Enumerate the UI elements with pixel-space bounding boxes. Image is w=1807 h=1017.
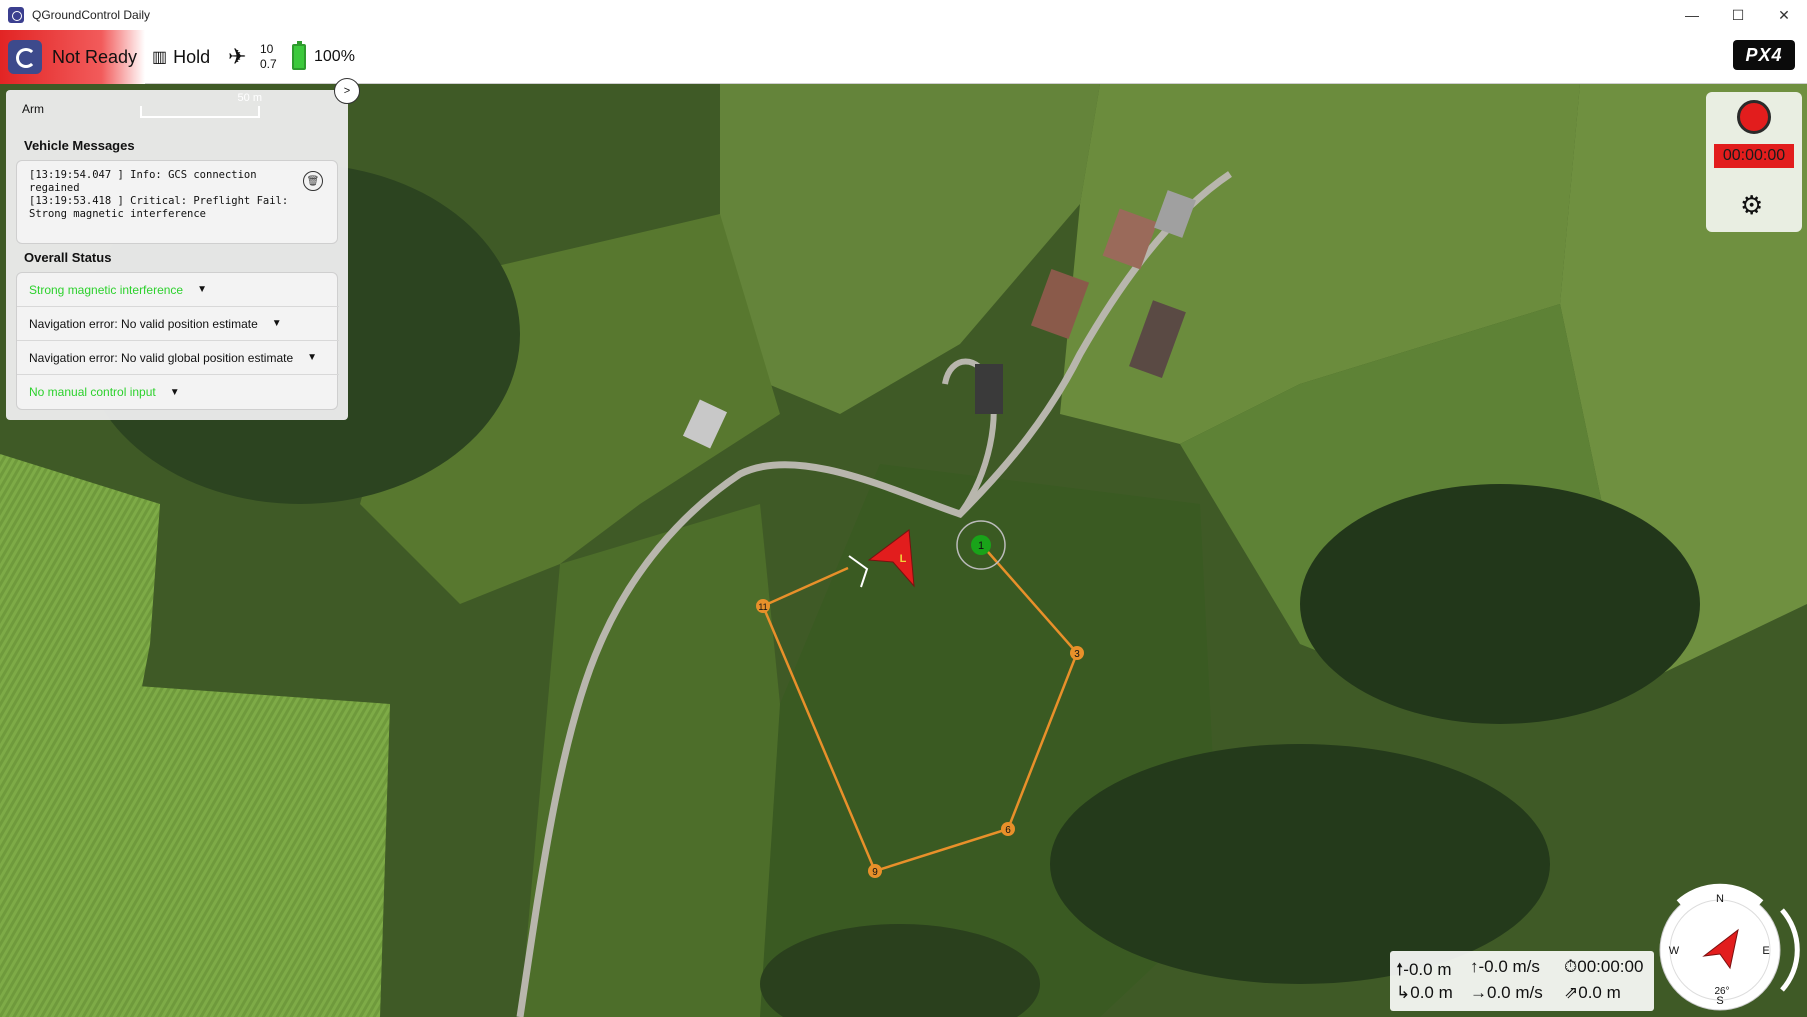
compass-widget: N E S W 26° bbox=[1652, 862, 1802, 1012]
distance-wp-value: ⇗0.0 m bbox=[1564, 983, 1621, 1002]
ready-status-text: Not Ready bbox=[52, 46, 138, 67]
map-field-southcenter bbox=[520, 504, 780, 1017]
minimize-button[interactable]: — bbox=[1669, 0, 1715, 30]
map-scale-label: 50 m bbox=[237, 92, 262, 104]
chevron-down-icon[interactable]: ▼ bbox=[307, 352, 317, 363]
compass-west: W bbox=[1669, 945, 1680, 957]
chevron-down-icon[interactable]: ▼ bbox=[170, 387, 180, 398]
map-woods-south bbox=[1050, 744, 1550, 984]
vertical-speed-icon: ↑ bbox=[1470, 957, 1479, 976]
flight-mode-selector[interactable]: ▥ Hold bbox=[152, 30, 210, 84]
vehicle-messages-title: Vehicle Messages bbox=[24, 138, 135, 153]
svg-text:11: 11 bbox=[758, 602, 767, 612]
compass-heading: 26° bbox=[1714, 986, 1729, 997]
svg-text:1: 1 bbox=[978, 540, 984, 552]
status-item[interactable]: No manual control input ▼ bbox=[17, 375, 339, 409]
compass-north: N bbox=[1716, 893, 1724, 905]
status-item-label: Navigation error: No valid position esti… bbox=[29, 316, 258, 331]
compass-east: E bbox=[1762, 945, 1769, 957]
waypoint-11[interactable]: 11 bbox=[756, 599, 770, 613]
map-scale: 50 m bbox=[140, 92, 262, 120]
gps-hdop: 0.7 bbox=[260, 57, 277, 71]
gps-indicator[interactable]: ✈ 10 0.7 bbox=[228, 38, 284, 76]
map-building-5 bbox=[975, 364, 1003, 414]
battery-percent: 100% bbox=[314, 48, 355, 65]
waypoint-6[interactable]: 6 bbox=[1001, 822, 1015, 836]
map-woods-east bbox=[1300, 484, 1700, 724]
close-button[interactable]: ✕ bbox=[1761, 0, 1807, 30]
window-controls: — ☐ ✕ bbox=[1669, 0, 1807, 30]
waypoint-distance-icon: ⇗ bbox=[1564, 983, 1579, 1002]
gps-satellite-count: 10 bbox=[260, 42, 274, 56]
main-toolbar: Not Ready ▥ Hold ✈ 10 0.7 100% PX4 bbox=[0, 30, 1807, 84]
status-item[interactable]: Navigation error: No valid global positi… bbox=[17, 341, 339, 375]
battery-indicator[interactable]: 100% bbox=[292, 30, 355, 84]
arm-button[interactable]: Arm bbox=[22, 102, 44, 116]
svg-text:L: L bbox=[900, 553, 907, 565]
overall-status-title: Overall Status bbox=[24, 250, 112, 265]
waypoint-3[interactable]: 3 bbox=[1070, 646, 1084, 660]
distance-home-value: ↳0.0 m bbox=[1396, 983, 1453, 1002]
flight-mode-icon: ▥ bbox=[152, 49, 168, 66]
status-item[interactable]: Navigation error: No valid position esti… bbox=[17, 307, 339, 341]
recorder-panel: 00:00:00 ⚙ bbox=[1706, 92, 1802, 232]
vertical-speed-value: ↑-0.0 m/s bbox=[1470, 957, 1540, 976]
vehicle-messages-box: [13:19:54.047 ] Info: GCS connection reg… bbox=[16, 160, 338, 244]
chevron-down-icon[interactable]: ▼ bbox=[197, 284, 207, 295]
qgc-app-icon bbox=[8, 7, 24, 23]
ready-status-indicator[interactable]: Not Ready bbox=[0, 30, 145, 84]
window-title: QGroundControl Daily bbox=[32, 8, 151, 22]
chevron-down-icon[interactable]: ▼ bbox=[272, 318, 282, 329]
home-distance-icon: ↳ bbox=[1396, 983, 1411, 1002]
qgc-menu-icon[interactable] bbox=[8, 40, 42, 74]
vehicle-messages-text: [13:19:54.047 ] Info: GCS connection reg… bbox=[29, 169, 289, 220]
record-timer: 00:00:00 bbox=[1714, 144, 1794, 168]
map-scale-line bbox=[140, 106, 260, 118]
collapse-panel-button[interactable]: > bbox=[334, 78, 360, 104]
record-button[interactable] bbox=[1737, 100, 1771, 134]
battery-icon bbox=[292, 41, 306, 70]
status-item[interactable]: Strong magnetic interference ▼ bbox=[17, 273, 339, 307]
trash-icon[interactable]: 🗑 bbox=[303, 171, 323, 191]
status-item-label: Strong magnetic interference bbox=[29, 282, 184, 297]
gear-icon[interactable]: ⚙ bbox=[1740, 192, 1763, 218]
telemetry-bar: 🠕-0.0 m ↑-0.0 m/s ⏱00:00:00 ↳0.0 m →0.0 … bbox=[1390, 951, 1654, 1011]
vehicle-status-panel: Arm 50 m Vehicle Messages [13:19:54.047 … bbox=[6, 90, 348, 420]
status-item-label: No manual control input bbox=[29, 385, 156, 399]
satellite-icon: ✈ bbox=[228, 44, 247, 69]
compass-dial: N E S W 26° bbox=[1659, 883, 1800, 1011]
maximize-button[interactable]: ☐ bbox=[1715, 0, 1761, 30]
overall-status-list: Strong magnetic interference ▼ Navigatio… bbox=[16, 272, 339, 410]
flight-time-value: ⏱00:00:00 bbox=[1564, 957, 1644, 976]
timer-icon: ⏱ bbox=[1564, 957, 1578, 976]
svg-text:3: 3 bbox=[1074, 649, 1080, 660]
window-titlebar: QGroundControl Daily — ☐ ✕ bbox=[0, 0, 1807, 30]
px4-logo: PX4 bbox=[1733, 40, 1795, 70]
ground-speed-icon: → bbox=[1470, 983, 1487, 1002]
status-item-label: Navigation error: No valid global positi… bbox=[29, 350, 294, 365]
svg-text:9: 9 bbox=[872, 867, 878, 878]
svg-text:6: 6 bbox=[1005, 825, 1011, 836]
altitude-value: 🠕-0.0 m bbox=[1396, 960, 1452, 979]
flight-mode-text: Hold bbox=[173, 46, 211, 67]
waypoint-9[interactable]: 9 bbox=[868, 864, 882, 878]
ground-speed-value: →0.0 m/s bbox=[1470, 983, 1543, 1002]
